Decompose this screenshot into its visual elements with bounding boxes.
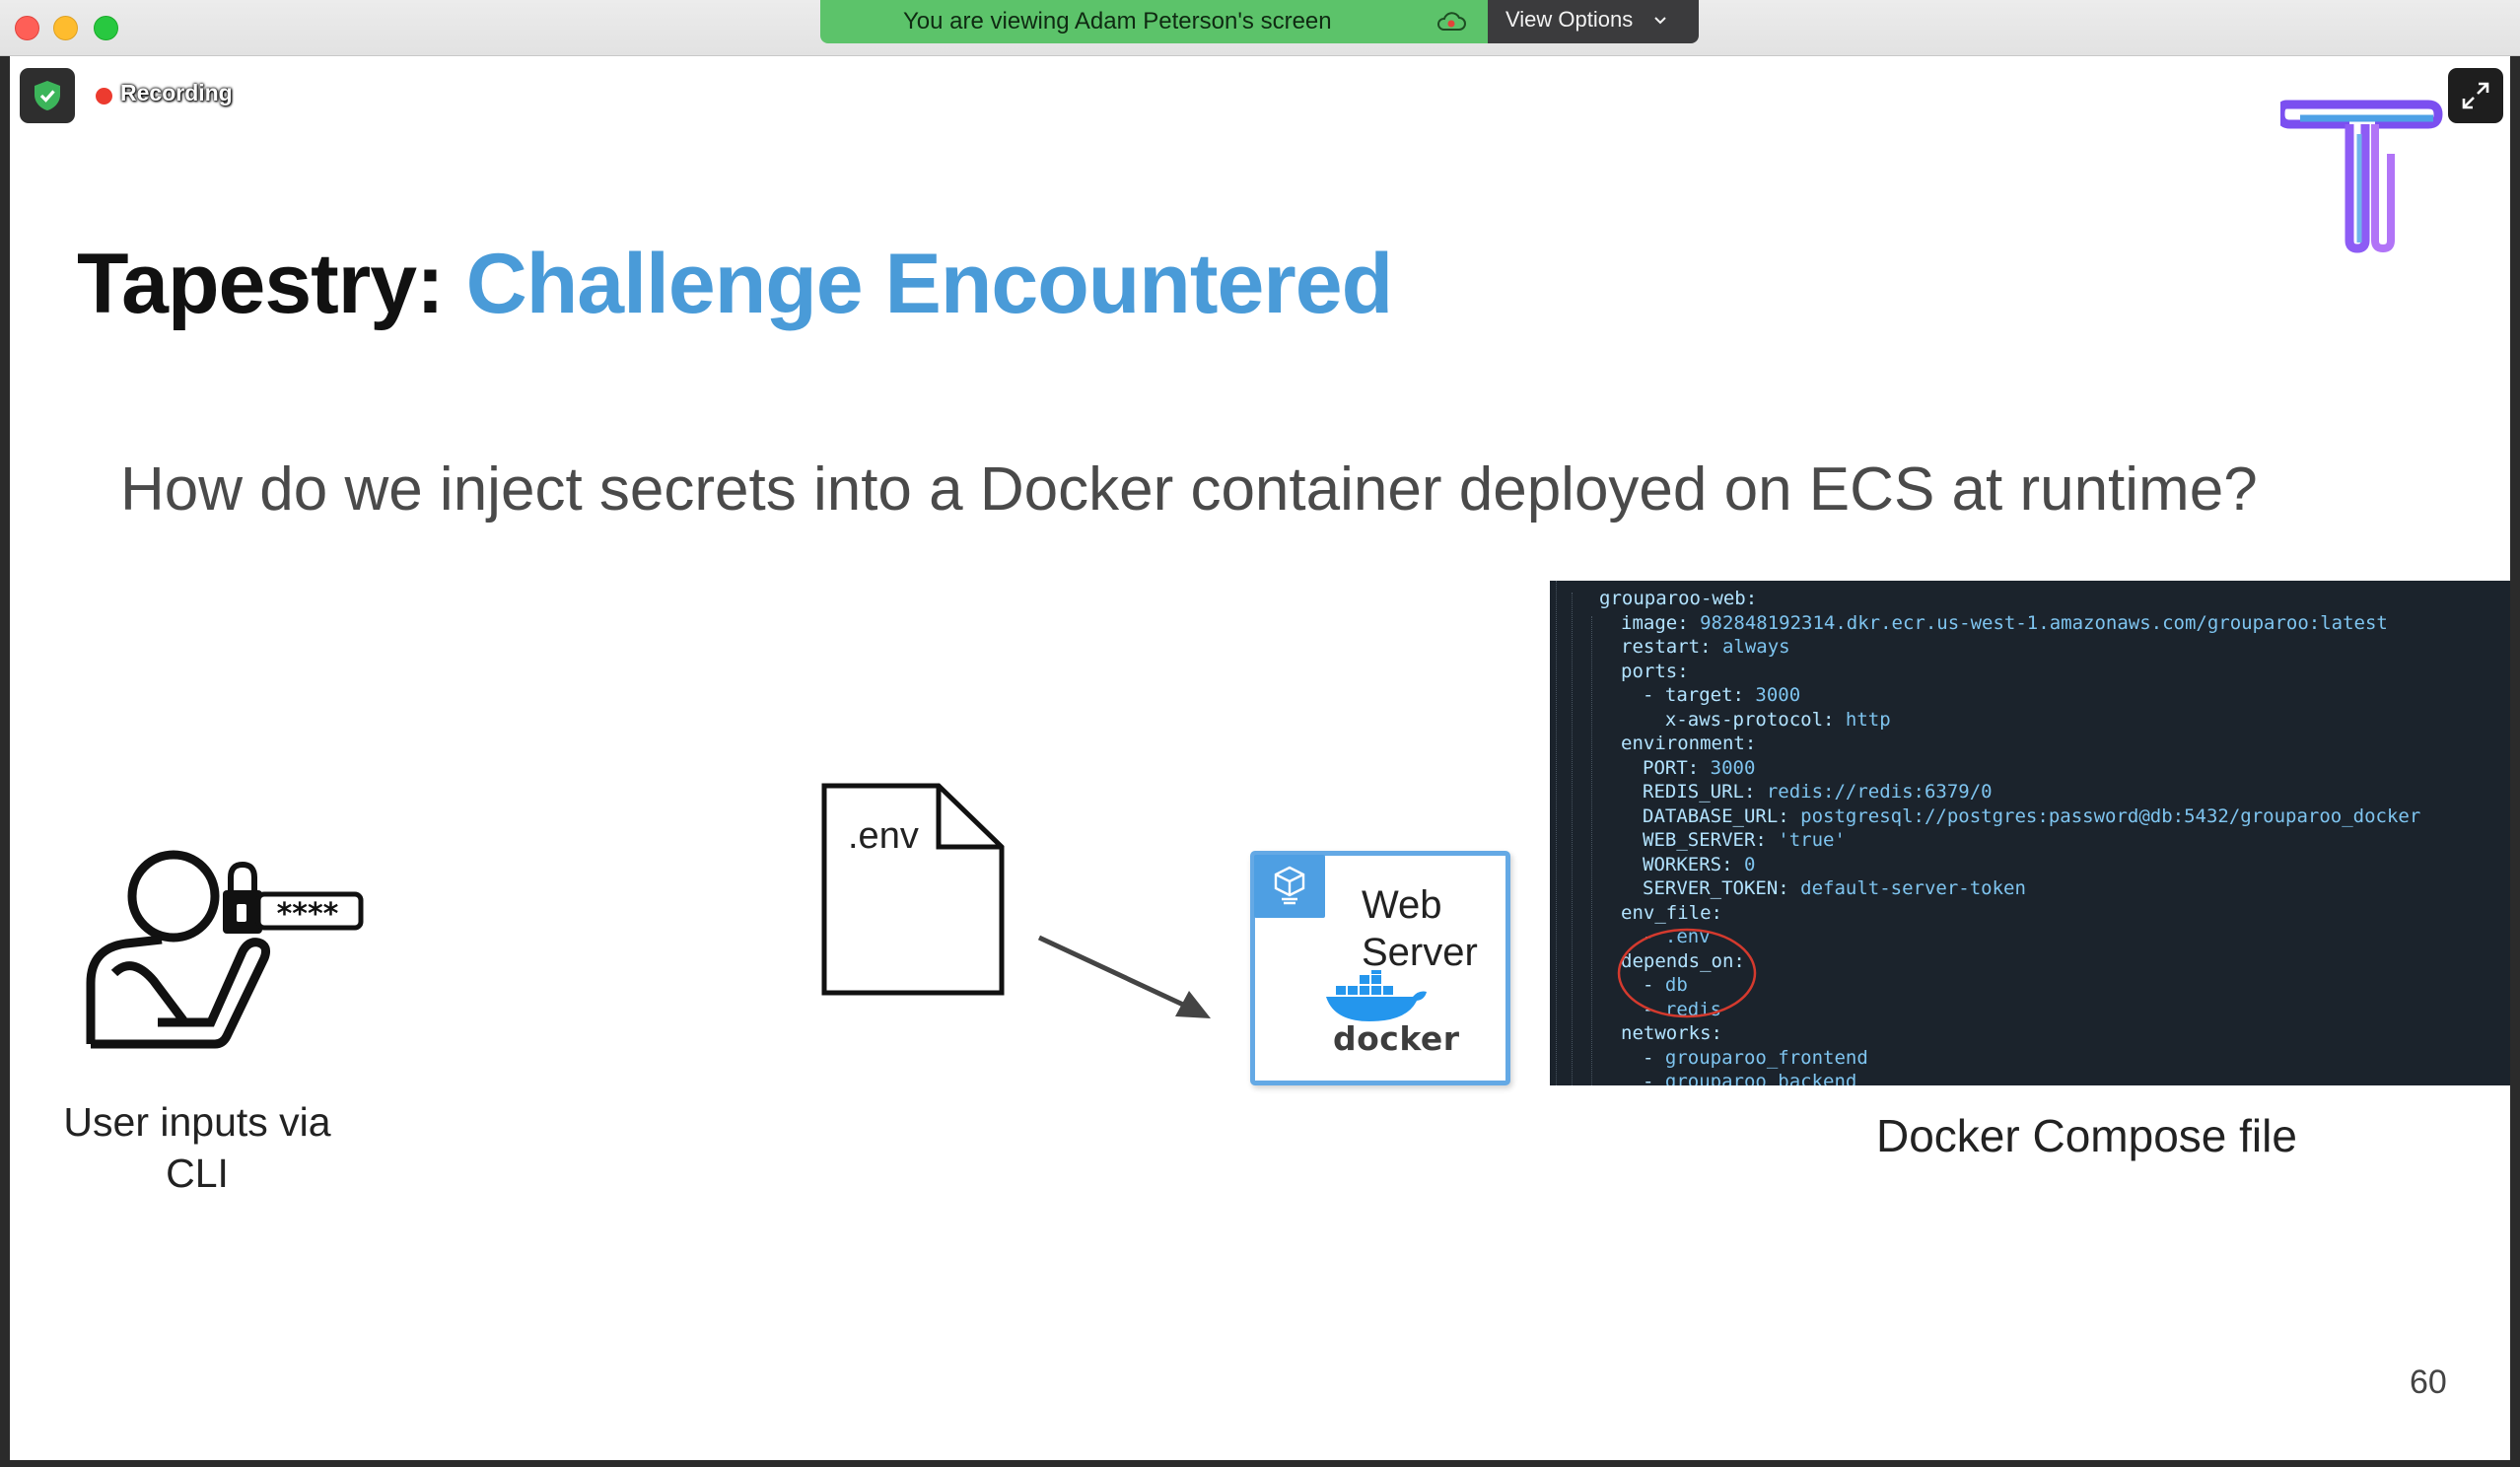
env-file-highlight-circle (1617, 928, 1757, 1018)
security-shield-button[interactable] (20, 68, 75, 123)
env-file-label: .env (848, 815, 919, 857)
slide-subtitle: How do we inject secrets into a Docker c… (120, 455, 2258, 524)
code-line: WEB_SERVER: 'true' (1643, 828, 1846, 852)
code-key: ports: (1621, 660, 1689, 682)
view-options-button[interactable]: View Options (1488, 0, 1699, 43)
code-value: grouparoo_backend (1664, 1071, 1857, 1085)
code-key: grouparoo-web: (1599, 588, 1758, 609)
code-value: 0 (1732, 853, 1756, 875)
password-mask-text: **** (277, 897, 339, 932)
code-line: image: 982848192314.dkr.ecr.us-west-1.am… (1621, 611, 2388, 635)
code-value: 982848192314.dkr.ecr.us-west-1.amazonaws… (1688, 611, 2388, 634)
view-options-label: View Options (1505, 7, 1634, 32)
code-line: grouparoo-web: (1599, 587, 1757, 610)
shared-screen-slide: Recording Tapestry: Challenge Encountere… (10, 56, 2510, 1460)
code-line: environment: (1621, 732, 1756, 755)
docker-compose-caption: Docker Compose file (1876, 1110, 2297, 1161)
web-server-container: Web Server docker (1250, 851, 1510, 1085)
maximize-window-button[interactable] (94, 16, 118, 40)
screen-share-banner: You are viewing Adam Peterson's screen (820, 0, 1488, 43)
code-key: env_file: (1621, 901, 1722, 924)
code-value: 3000 (1743, 684, 1801, 706)
code-key: WEB_SERVER: (1643, 829, 1767, 851)
code-value: default-server-token (1788, 877, 2026, 899)
code-key: environment: (1621, 733, 1757, 754)
code-line: env_file: (1621, 901, 1722, 925)
user-password-icon: **** (86, 850, 364, 1049)
tapestry-logo (2280, 100, 2443, 253)
web-server-label-line2: Server (1362, 931, 1478, 974)
code-value: 'true' (1766, 829, 1846, 851)
shield-check-icon (35, 81, 60, 110)
code-line: x-aws-protocol: http (1643, 708, 1891, 732)
code-value: always (1711, 636, 1790, 658)
code-line: REDIS_URL: redis://redis:6379/0 (1643, 780, 1993, 803)
code-key: - target: (1643, 684, 1744, 706)
slide-title-accent: Challenge Encountered (465, 237, 1393, 331)
indent-guide (1556, 581, 1557, 1085)
user-caption: User inputs via CLI (49, 1096, 345, 1199)
code-key: SERVER_TOKEN: (1643, 877, 1789, 899)
slide-title-main: Tapestry: (77, 237, 466, 331)
user-caption-line2: CLI (166, 1151, 229, 1196)
code-line: - grouparoo_backend (1643, 1070, 1856, 1085)
slide-title: Tapestry: Challenge Encountered (77, 236, 1393, 333)
user-caption-line1: User inputs via (63, 1099, 331, 1145)
code-value: redis://redis:6379/0 (1755, 781, 1993, 803)
recording-label: Recording (120, 80, 233, 105)
indent-guide (1572, 593, 1573, 1085)
code-line: - target: 3000 (1643, 683, 1800, 707)
close-window-button[interactable] (15, 16, 39, 40)
web-server-label: Web Server (1362, 881, 1500, 976)
code-line: PORT: 3000 (1643, 756, 1755, 780)
code-line: restart: always (1621, 635, 1790, 659)
code-key: x-aws-protocol: (1643, 708, 1835, 731)
code-key: DATABASE_URL: (1643, 804, 1789, 827)
expand-arrows-icon (2462, 82, 2489, 109)
code-line: SERVER_TOKEN: default-server-token (1643, 876, 2026, 900)
code-key: - (1643, 1046, 1665, 1069)
chevron-down-icon (1654, 17, 1666, 25)
web-server-label-line1: Web (1362, 883, 1442, 927)
code-key: - (1643, 1071, 1665, 1085)
code-line: networks: (1621, 1021, 1722, 1045)
slide-page-number: 60 (2410, 1363, 2447, 1401)
minimize-window-button[interactable] (53, 16, 78, 40)
recording-indicator-icon (96, 88, 112, 105)
code-key: image: (1621, 611, 1689, 634)
fullscreen-button[interactable] (2448, 68, 2503, 123)
code-key: WORKERS: (1643, 853, 1733, 875)
flow-arrow (1037, 935, 1211, 1018)
code-value: postgresql://postgres:password@db:5432/g… (1788, 804, 2421, 827)
code-value: http (1834, 708, 1891, 731)
container-cube-icon (1274, 866, 1305, 905)
docker-whale-icon (1326, 970, 1427, 1021)
code-line: DATABASE_URL: postgresql://postgres:pass… (1643, 804, 2420, 828)
cloud-recording-icon (1437, 12, 1466, 31)
docker-wordmark: docker (1333, 1019, 1460, 1058)
code-line: - grouparoo_frontend (1643, 1046, 1868, 1070)
code-key: restart: (1621, 636, 1712, 658)
code-value: 3000 (1699, 756, 1756, 779)
code-line: ports: (1621, 660, 1689, 683)
env-file-document-icon (821, 783, 1005, 996)
screen-share-banner-label: You are viewing Adam Peterson's screen (903, 8, 1332, 35)
ecs-container-badge (1254, 855, 1325, 918)
indent-guide (1591, 616, 1592, 1085)
code-key: PORT: (1643, 756, 1700, 779)
code-line: WORKERS: 0 (1643, 853, 1755, 876)
code-key: networks: (1621, 1022, 1722, 1044)
code-key: REDIS_URL: (1643, 781, 1756, 803)
code-value: grouparoo_frontend (1664, 1046, 1868, 1069)
